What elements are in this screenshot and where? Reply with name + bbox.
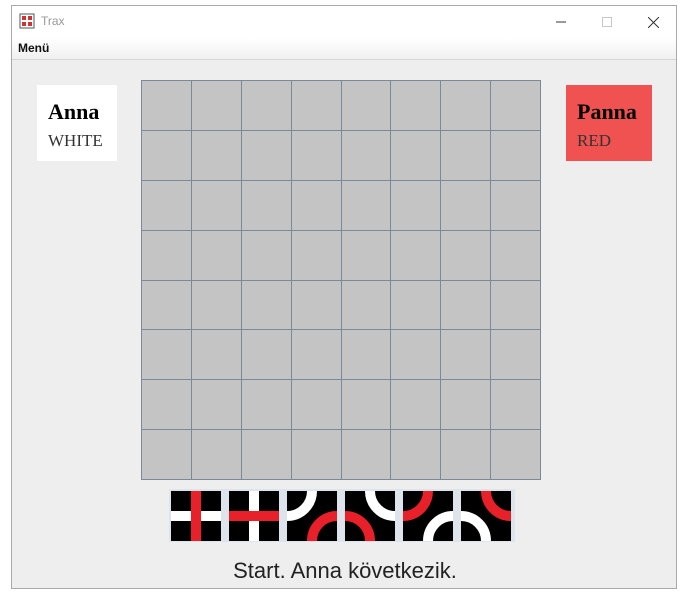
board-cell[interactable] xyxy=(491,230,541,281)
board-cell[interactable] xyxy=(391,430,442,480)
title-bar[interactable]: Trax xyxy=(12,6,676,38)
board-cell[interactable] xyxy=(191,230,242,281)
board-cell[interactable] xyxy=(291,280,342,331)
board-cell[interactable] xyxy=(491,280,541,331)
board-cell[interactable] xyxy=(341,430,392,480)
board-cell[interactable] xyxy=(291,130,342,181)
board-cell[interactable] xyxy=(441,280,492,331)
player-name: Anna xyxy=(48,99,100,124)
board-cell[interactable] xyxy=(341,280,392,331)
cross-tile-red-vertical-icon xyxy=(171,491,221,541)
board-cell[interactable] xyxy=(491,380,541,431)
palette-tile-1[interactable] xyxy=(171,491,221,541)
status-message: Start. Anna következik. xyxy=(233,558,457,583)
window-title: Trax xyxy=(41,14,65,28)
minimize-button[interactable] xyxy=(538,6,584,38)
board-cell[interactable] xyxy=(291,81,342,131)
board-cell[interactable] xyxy=(241,230,292,281)
board-cell[interactable] xyxy=(491,180,541,231)
board-cell[interactable] xyxy=(191,180,242,231)
board-cell[interactable] xyxy=(142,280,192,331)
board-cell[interactable] xyxy=(441,130,492,181)
player-card-red: Panna RED xyxy=(566,85,652,161)
maximize-button[interactable] xyxy=(584,6,630,38)
palette-tile-2[interactable] xyxy=(229,491,279,541)
palette-tile-4[interactable] xyxy=(344,490,396,542)
board-cell[interactable] xyxy=(491,130,541,181)
board-cell[interactable] xyxy=(391,230,442,281)
tile-palette xyxy=(169,489,515,542)
palette-tile-5[interactable] xyxy=(402,490,454,542)
board-cell[interactable] xyxy=(341,380,392,431)
board-cell[interactable] xyxy=(341,330,392,381)
board-cell[interactable] xyxy=(191,130,242,181)
curve-tile-red-bottomleft-white-topright-icon xyxy=(344,490,396,542)
board-cell[interactable] xyxy=(491,81,541,131)
board-cell[interactable] xyxy=(142,180,192,231)
board-cell[interactable] xyxy=(142,430,192,480)
board-cell[interactable] xyxy=(142,330,192,381)
board-cell[interactable] xyxy=(441,330,492,381)
close-icon xyxy=(647,16,659,28)
menu-bar: Menü xyxy=(12,38,676,60)
game-board xyxy=(141,80,541,480)
board-cell[interactable] xyxy=(142,380,192,431)
palette-tile-6[interactable] xyxy=(460,490,512,542)
board-cell[interactable] xyxy=(441,430,492,480)
board-cell[interactable] xyxy=(142,130,192,181)
board-cell[interactable] xyxy=(191,280,242,331)
board-cell[interactable] xyxy=(191,380,242,431)
curve-tile-red-topleft-white-bottomright-icon xyxy=(402,490,454,542)
board-cell[interactable] xyxy=(341,230,392,281)
board-cell[interactable] xyxy=(391,130,442,181)
board-cell[interactable] xyxy=(241,330,292,381)
board-cell[interactable] xyxy=(291,380,342,431)
board-cell[interactable] xyxy=(291,230,342,281)
board-cell[interactable] xyxy=(291,330,342,381)
board-cell[interactable] xyxy=(191,81,242,131)
board-cell[interactable] xyxy=(441,230,492,281)
player-color-label: RED xyxy=(577,131,611,150)
board-cell[interactable] xyxy=(241,280,292,331)
board-cell[interactable] xyxy=(241,81,292,131)
board-cell[interactable] xyxy=(391,180,442,231)
board-cell[interactable] xyxy=(241,180,292,231)
board-cell[interactable] xyxy=(191,430,242,480)
minimize-icon xyxy=(556,21,566,23)
palette-tile-3[interactable] xyxy=(286,490,338,542)
close-button[interactable] xyxy=(630,6,676,38)
player-name: Panna xyxy=(577,99,637,124)
board-cell[interactable] xyxy=(142,230,192,281)
board-cell[interactable] xyxy=(391,380,442,431)
board-cell[interactable] xyxy=(241,130,292,181)
cross-tile-red-horizontal-icon xyxy=(229,491,279,541)
board-cell[interactable] xyxy=(491,330,541,381)
board-cell[interactable] xyxy=(341,180,392,231)
board-cell[interactable] xyxy=(341,130,392,181)
player-color-label: WHITE xyxy=(48,131,103,150)
curve-tile-white-bottomleft-red-topright-icon xyxy=(460,490,512,542)
maximize-icon xyxy=(602,17,612,27)
board-cell[interactable] xyxy=(291,430,342,480)
board-cell[interactable] xyxy=(142,81,192,131)
board-cell[interactable] xyxy=(441,180,492,231)
app-window: Trax Menü Anna WHITE Panna RED Start. An… xyxy=(11,5,677,589)
player-card-white: Anna WHITE xyxy=(37,85,117,161)
app-icon xyxy=(19,13,35,29)
curve-tile-white-topleft-red-bottomright-icon xyxy=(286,490,338,542)
board-cell[interactable] xyxy=(391,81,442,131)
board-cell[interactable] xyxy=(391,330,442,381)
board-cell[interactable] xyxy=(241,380,292,431)
menu-item-menu[interactable]: Menü xyxy=(18,41,49,55)
board-cell[interactable] xyxy=(341,81,392,131)
board-cell[interactable] xyxy=(191,330,242,381)
board-cell[interactable] xyxy=(491,430,541,480)
board-cell[interactable] xyxy=(391,280,442,331)
board-cell[interactable] xyxy=(291,180,342,231)
board-cell[interactable] xyxy=(441,380,492,431)
board-cell[interactable] xyxy=(241,430,292,480)
board-cell[interactable] xyxy=(441,81,492,131)
